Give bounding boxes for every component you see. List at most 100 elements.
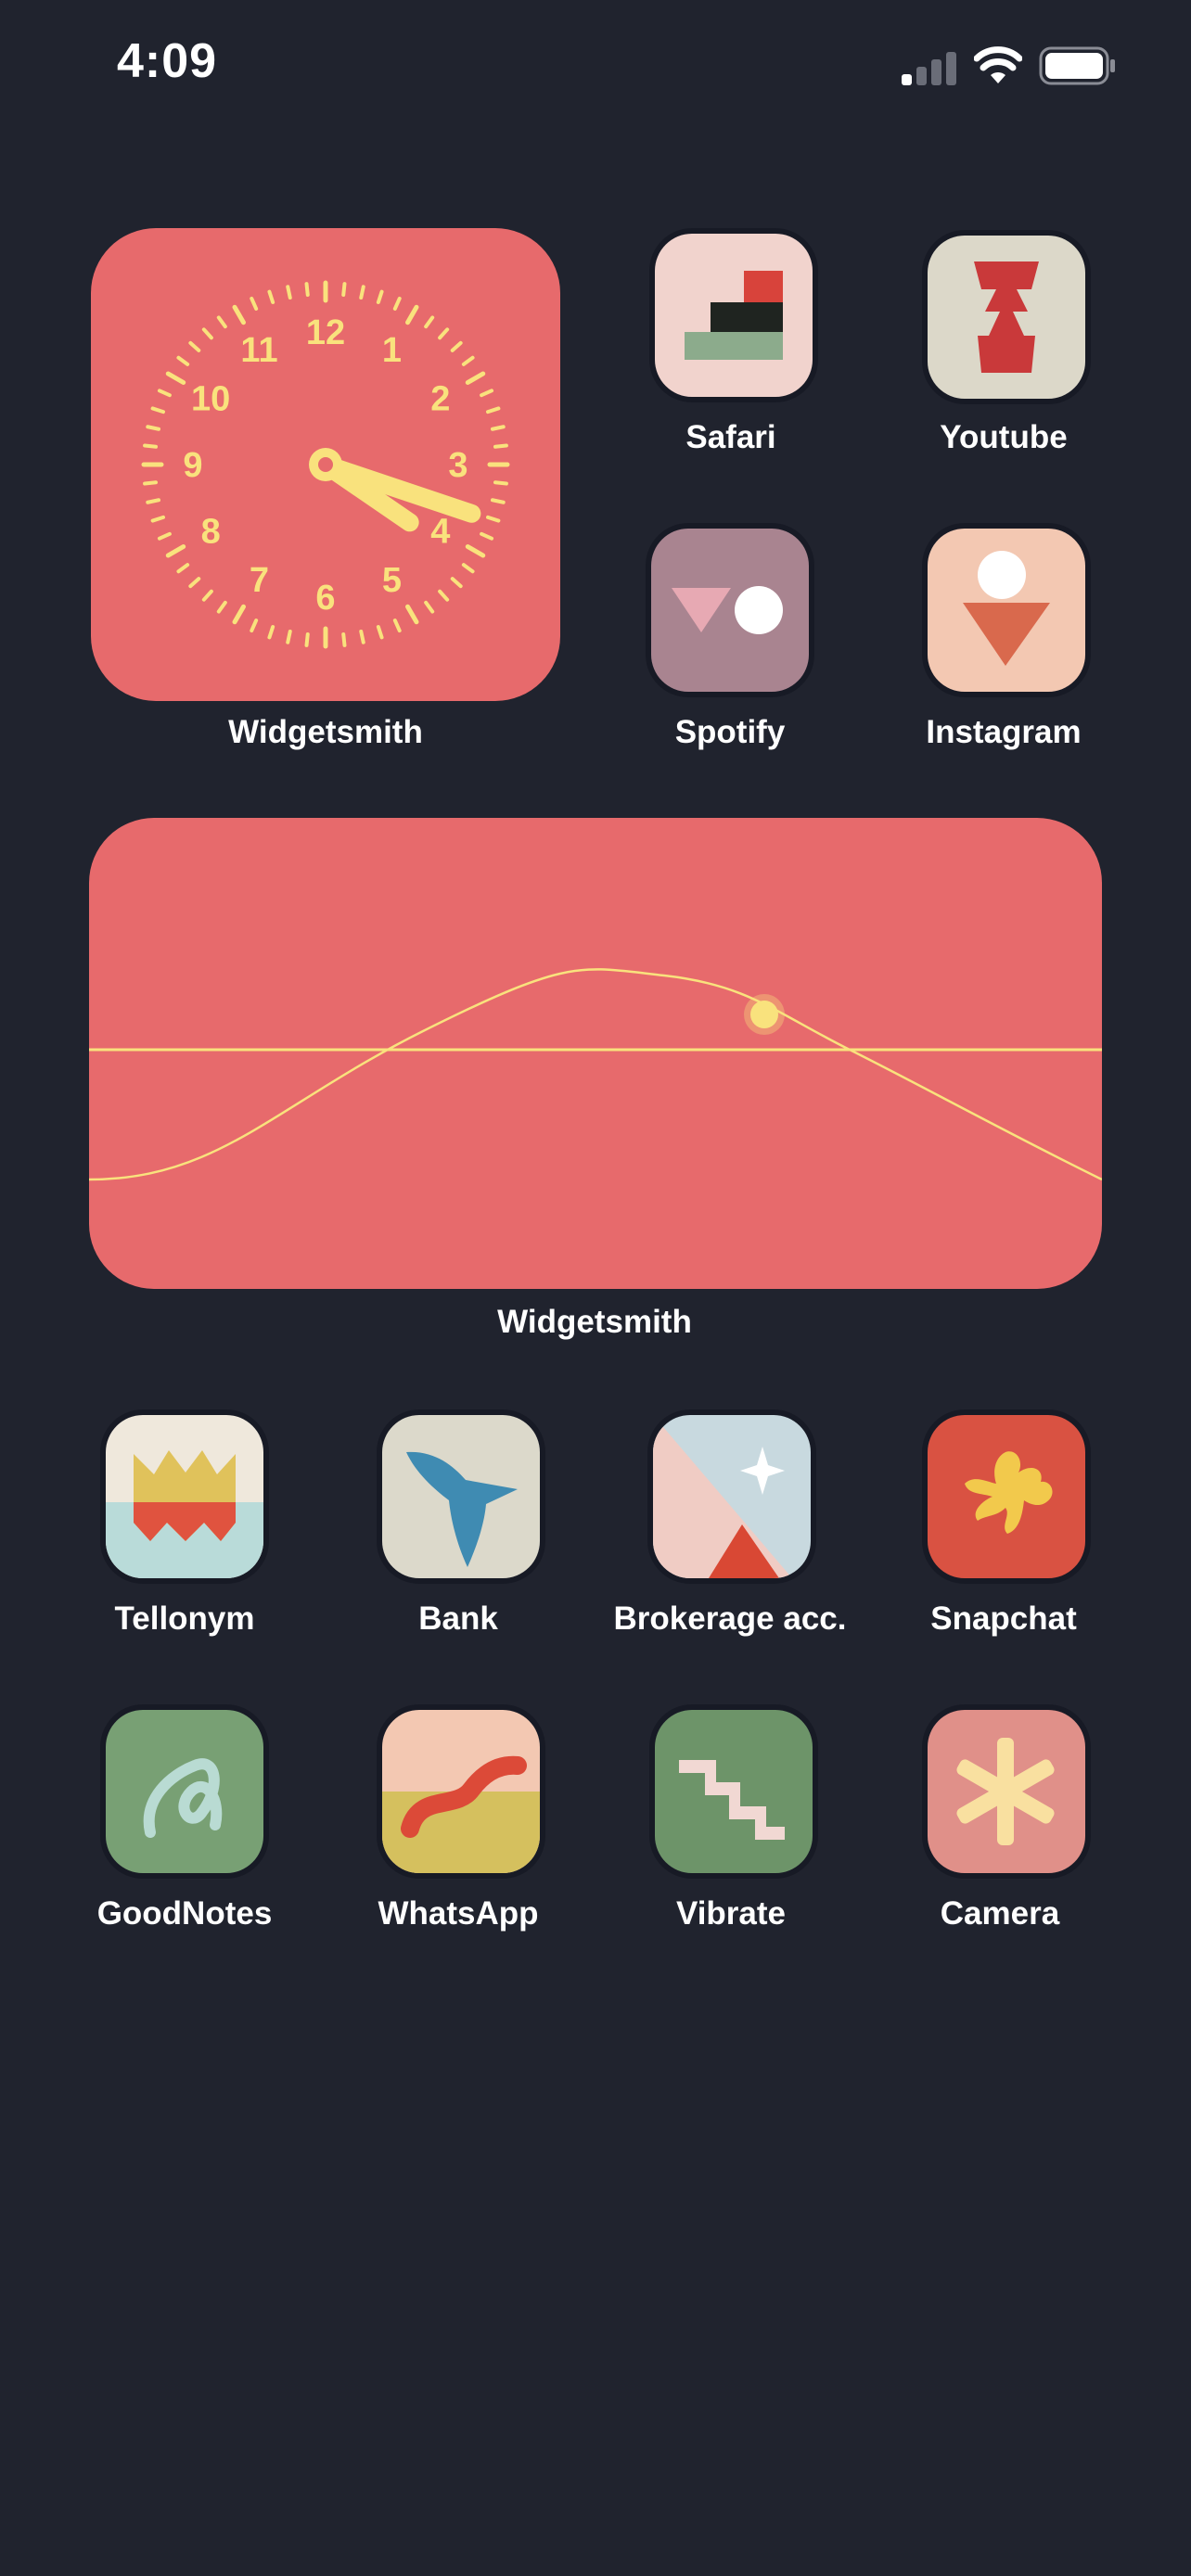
clock-widget[interactable]: 12 1 2 3 4 5 6 7 8 9 10 11 — [91, 228, 560, 701]
minute-tick — [176, 563, 190, 574]
clock-number: 2 — [430, 380, 450, 419]
snapchat-icon — [965, 1451, 1053, 1534]
sun-position-chart — [89, 968, 1102, 1181]
minute-tick — [461, 563, 475, 574]
bank-icon — [406, 1451, 518, 1567]
minute-tick — [490, 425, 506, 431]
hour-tick — [465, 371, 486, 385]
spotify-icon — [672, 586, 783, 634]
minute-tick — [450, 340, 463, 352]
tellonym-app[interactable] — [106, 1415, 263, 1578]
minute-tick — [461, 355, 475, 366]
minute-tick — [392, 296, 402, 311]
minute-tick — [143, 480, 159, 486]
battery-icon — [1039, 46, 1117, 85]
brokerage-app[interactable] — [653, 1415, 811, 1578]
sun-path-curve — [89, 968, 1102, 1181]
youtube-label: Youtube — [940, 419, 1068, 455]
clock-number: 9 — [183, 446, 202, 485]
minute-tick — [250, 296, 259, 311]
sun-curve-widget[interactable] — [89, 818, 1102, 1289]
instagram-icon — [963, 551, 1050, 666]
status-time: 4:09 — [117, 34, 218, 88]
camera-icon — [956, 1738, 1055, 1845]
minute-tick — [267, 624, 275, 640]
instagram-app[interactable] — [928, 529, 1085, 692]
whatsapp-app[interactable] — [382, 1710, 540, 1873]
bank-label: Bank — [418, 1600, 498, 1637]
minute-tick — [359, 285, 365, 300]
goodnotes-label: GoodNotes — [96, 1895, 273, 1932]
vibrate-icon — [679, 1760, 785, 1840]
minute-tick — [359, 629, 365, 644]
wifi-icon — [973, 46, 1023, 85]
instagram-label: Instagram — [926, 714, 1082, 750]
snapchat-app[interactable] — [928, 1415, 1085, 1578]
clock-number: 4 — [430, 513, 450, 552]
minute-tick — [493, 443, 508, 449]
minute-tick — [376, 624, 384, 640]
safari-label: Safari — [685, 419, 776, 455]
safari-app[interactable] — [655, 234, 813, 397]
spotify-app[interactable] — [651, 529, 809, 692]
hour-tick — [405, 604, 419, 625]
minute-tick — [216, 600, 227, 614]
youtube-app[interactable] — [928, 236, 1085, 399]
vibrate-app[interactable] — [655, 1710, 813, 1873]
signal-icon — [902, 50, 957, 85]
minute-tick — [188, 577, 201, 589]
clock-number: 1 — [382, 331, 402, 370]
whatsapp-label: WhatsApp — [378, 1895, 539, 1932]
safari-icon — [685, 271, 783, 360]
hour-tick — [165, 371, 186, 385]
minute-tick — [485, 515, 501, 523]
minute-tick — [157, 531, 172, 541]
minute-tick — [304, 282, 310, 298]
minute-tick — [490, 498, 506, 504]
minute-tick — [146, 425, 161, 431]
spotify-label: Spotify — [674, 714, 786, 750]
clock-number: 6 — [315, 579, 335, 618]
hour-tick — [232, 604, 246, 625]
clock-number: 7 — [250, 561, 269, 600]
sun-marker — [750, 1001, 778, 1028]
minute-tick — [392, 618, 402, 633]
minute-tick — [341, 631, 347, 647]
goodnotes-app[interactable] — [106, 1710, 263, 1873]
minute-tick — [267, 289, 275, 305]
minute-tick — [143, 443, 159, 449]
hour-tick — [465, 544, 486, 558]
minute-tick — [480, 531, 494, 541]
minute-tick — [201, 327, 213, 340]
minute-tick — [438, 327, 450, 340]
goodnotes-icon — [143, 1758, 223, 1838]
vibrate-label: Vibrate — [675, 1895, 787, 1932]
bank-app[interactable] — [382, 1415, 540, 1578]
sun-widget-label: Widgetsmith — [497, 1304, 692, 1340]
minute-tick — [216, 315, 227, 329]
youtube-icon — [974, 261, 1039, 373]
minute-tick — [286, 629, 292, 644]
clock-number: 11 — [240, 331, 277, 370]
brokerage-label: Brokerage acc. — [613, 1600, 847, 1637]
camera-label: Camera — [940, 1895, 1060, 1932]
camera-app[interactable] — [928, 1710, 1085, 1873]
minute-tick — [157, 389, 172, 398]
minute-tick — [150, 406, 166, 414]
minute-tick — [150, 515, 166, 523]
clock-center-hole — [318, 457, 333, 472]
hour-tick — [405, 304, 419, 325]
hour-tick — [232, 304, 246, 325]
minute-tick — [493, 480, 508, 486]
minute-tick — [250, 618, 259, 633]
minute-tick — [304, 631, 310, 647]
tellonym-label: Tellonym — [114, 1600, 255, 1637]
minute-tick — [188, 340, 201, 352]
tellonym-icon — [106, 1450, 263, 1578]
clock-number: 12 — [306, 313, 345, 352]
minute-tick — [376, 289, 384, 305]
snapchat-label: Snapchat — [930, 1600, 1077, 1637]
minute-tick — [424, 600, 435, 614]
clock-number: 8 — [201, 513, 221, 552]
minute-tick — [201, 589, 213, 602]
